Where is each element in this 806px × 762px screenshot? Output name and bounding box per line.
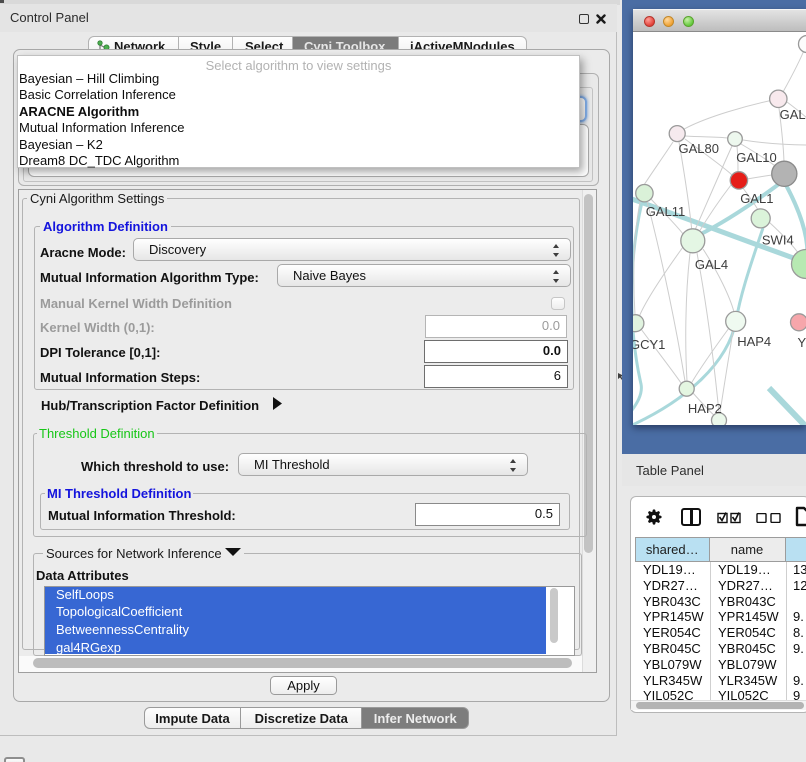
svg-text:SWI4: SWI4	[762, 233, 794, 248]
svg-text:GAL4: GAL4	[695, 257, 728, 272]
svg-text:GAL11: GAL11	[646, 204, 686, 219]
svg-text:HAP4: HAP4	[737, 334, 771, 349]
svg-text:GAL1: GAL1	[740, 191, 773, 206]
svg-text:GAL80: GAL80	[679, 141, 719, 156]
svg-text:YB: YB	[798, 335, 806, 350]
svg-text:HAP2: HAP2	[688, 401, 722, 416]
svg-text:GCY1: GCY1	[633, 337, 665, 352]
svg-text:GAL7: GAL7	[780, 107, 806, 122]
svg-text:GAL10: GAL10	[736, 150, 776, 165]
